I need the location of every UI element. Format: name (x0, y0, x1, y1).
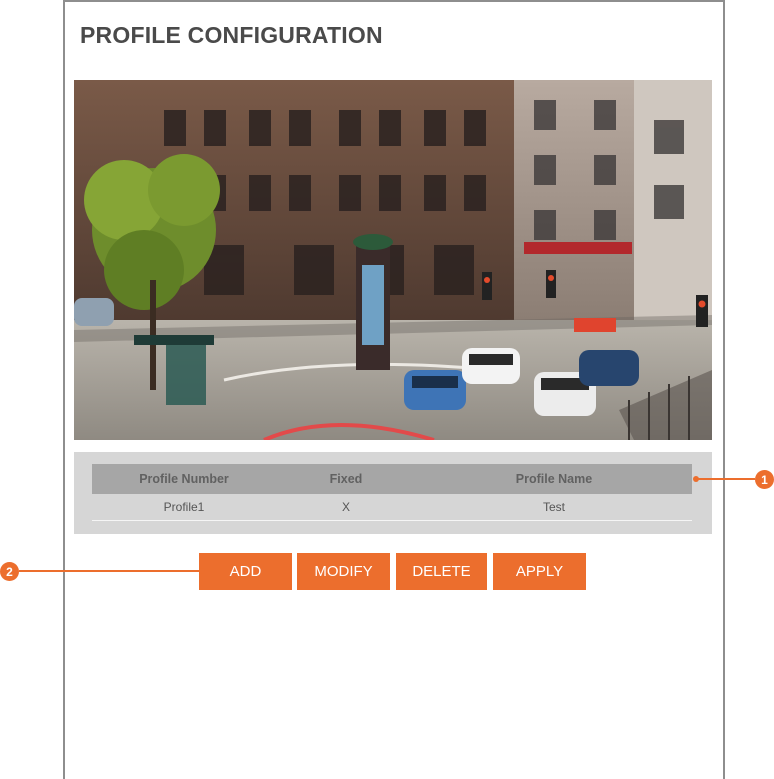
cell-profile-name: Test (542, 500, 565, 514)
callout-2-anchor (199, 568, 205, 574)
modify-button[interactable]: MODIFY (297, 553, 390, 590)
cell-fixed: X (341, 500, 350, 514)
callout-2-marker: 2 (0, 562, 19, 581)
camera-preview-image (74, 80, 712, 440)
delete-button[interactable]: DELETE (396, 553, 487, 590)
profile-table: Profile Number Fixed Profile Name Profil… (92, 464, 692, 521)
add-button[interactable]: ADD (199, 553, 292, 590)
header-fixed: Fixed (329, 472, 363, 486)
header-profile-name: Profile Name (515, 472, 593, 486)
cell-profile-number: Profile1 (163, 500, 205, 514)
callout-1-line (697, 478, 755, 480)
profile-table-container: Profile Number Fixed Profile Name Profil… (74, 452, 712, 534)
page-title: PROFILE CONFIGURATION (80, 22, 383, 48)
header-profile-number: Profile Number (139, 472, 229, 486)
callout-1-marker: 1 (755, 470, 774, 489)
apply-button[interactable]: APPLY (493, 553, 586, 590)
camera-preview (74, 80, 712, 440)
table-row[interactable]: Profile1 X Test (92, 494, 692, 521)
table-header: Profile Number Fixed Profile Name (92, 464, 692, 494)
callout-2-line (19, 570, 203, 572)
